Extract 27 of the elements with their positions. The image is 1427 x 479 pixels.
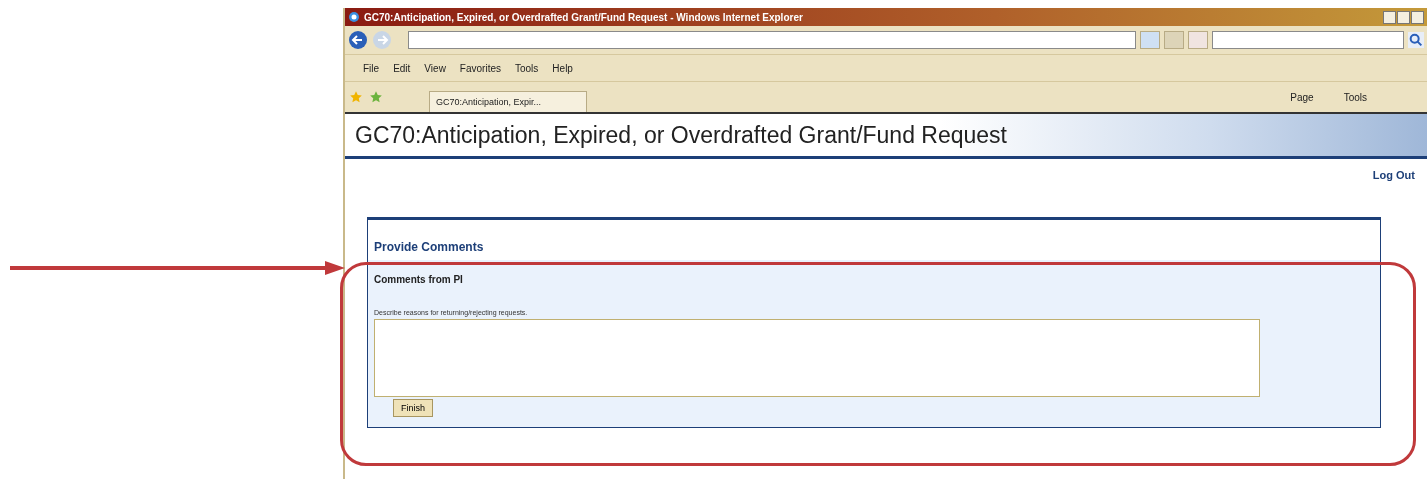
stop-button[interactable] xyxy=(1188,31,1208,49)
search-field[interactable] xyxy=(1212,31,1404,49)
browser-tab[interactable]: GC70:Anticipation, Expir... xyxy=(429,91,587,112)
search-icon[interactable] xyxy=(1408,32,1424,48)
star-icon[interactable] xyxy=(349,90,363,104)
maximize-button[interactable] xyxy=(1397,10,1410,24)
close-button[interactable] xyxy=(1411,10,1424,24)
comments-field[interactable] xyxy=(374,319,1260,397)
toolbar-button[interactable]: Tools xyxy=(1343,91,1367,103)
menu-item[interactable]: Favorites xyxy=(459,62,501,74)
menu-item[interactable]: File xyxy=(363,62,380,74)
address-field[interactable] xyxy=(408,31,1136,49)
field-label: Comments from PI xyxy=(374,274,463,285)
add-favorite-icon[interactable] xyxy=(369,90,383,104)
toolbar-button[interactable]: Page xyxy=(1290,91,1314,103)
logout-link[interactable]: Log Out xyxy=(1372,169,1415,217)
browser-logo-icon xyxy=(348,11,360,23)
page-title: GC70:Anticipation, Expired, or Overdrafted Grant/Fund Request xyxy=(355,121,1007,149)
menu-item[interactable]: Tools xyxy=(515,62,539,74)
finish-button[interactable]: Finish xyxy=(393,399,433,417)
minimize-button[interactable] xyxy=(1383,10,1396,24)
menu-item[interactable]: Edit xyxy=(393,62,411,74)
window-title: GC70:Anticipation, Expired, or Overdrafted Grant/Fund Request - Windows Internet Explorer xyxy=(364,11,804,23)
back-button[interactable] xyxy=(348,30,368,50)
menu-item[interactable]: Help xyxy=(552,62,573,74)
menu-item[interactable]: View xyxy=(424,62,446,74)
section-heading: Provide Comments xyxy=(373,239,485,256)
